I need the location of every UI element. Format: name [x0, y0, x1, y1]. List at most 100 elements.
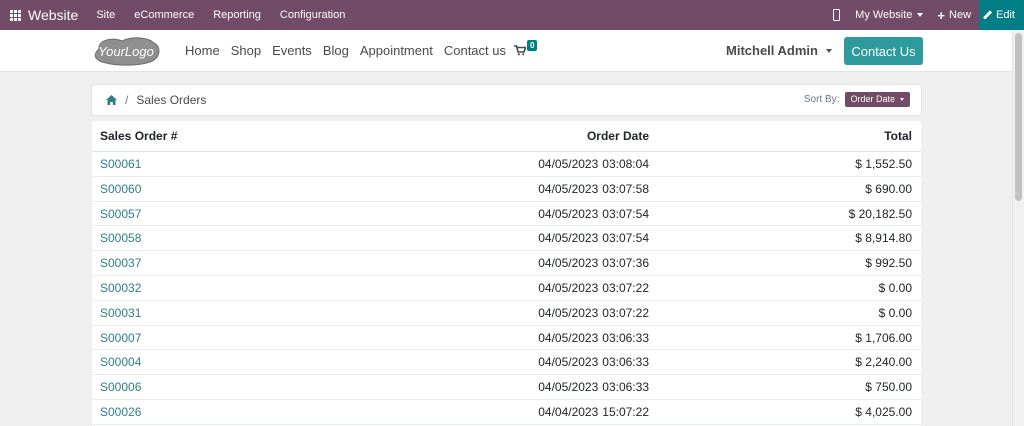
- contact-us-button[interactable]: Contact Us: [844, 37, 923, 65]
- order-total: $ 20,182.50: [848, 206, 912, 221]
- admin-menu-site[interactable]: Site: [96, 9, 115, 21]
- order-number-link[interactable]: S00004: [100, 355, 141, 369]
- caret-down-icon: [900, 97, 904, 101]
- order-datetime: 04/05/2023 03:06:33: [538, 331, 649, 345]
- order-time: 03:07:22: [602, 305, 649, 320]
- order-number-link[interactable]: S00058: [100, 231, 141, 245]
- order-number-link[interactable]: S00007: [100, 331, 141, 345]
- order-date: 04/05/2023: [538, 305, 599, 320]
- table-row[interactable]: S00037 04/05/2023 03:07:36 $ 992.50: [92, 251, 921, 276]
- order-datetime: 04/05/2023 03:07:54: [538, 207, 649, 221]
- order-datetime: 04/05/2023 03:07:22: [538, 306, 649, 320]
- nav-blog[interactable]: Blog: [323, 43, 349, 58]
- order-time: 03:06:33: [602, 330, 649, 345]
- order-date: 04/05/2023: [538, 157, 599, 171]
- order-total: $ 1,706.00: [855, 330, 912, 345]
- table-row[interactable]: S00032 04/05/2023 03:07:22 $ 0.00: [92, 276, 921, 301]
- order-time: 15:07:22: [602, 404, 649, 419]
- logo-text: YourLogo: [98, 44, 154, 59]
- sales-orders-table: Sales Order # Order Date Total S00061 04…: [92, 121, 921, 426]
- order-time: 03:07:58: [602, 181, 649, 196]
- order-datetime: 04/04/2023 15:07:22: [538, 405, 649, 419]
- nav-home[interactable]: Home: [185, 43, 220, 58]
- order-date: 04/05/2023: [538, 181, 599, 196]
- order-datetime: 04/05/2023 03:08:04: [538, 157, 649, 171]
- table-row[interactable]: S00057 04/05/2023 03:07:54 $ 20,182.50: [92, 202, 921, 227]
- nav-events[interactable]: Events: [272, 43, 312, 58]
- cart-link[interactable]: 0: [514, 40, 538, 56]
- table-row[interactable]: S00060 04/05/2023 03:07:58 $ 690.00: [92, 177, 921, 202]
- caret-down-icon: [917, 13, 924, 17]
- table-row[interactable]: S00058 04/05/2023 03:07:54 $ 8,914.80: [92, 226, 921, 252]
- order-time: 03:06:33: [602, 380, 649, 395]
- column-header-date: Order Date: [586, 129, 649, 143]
- admin-menu-ecommerce[interactable]: eCommerce: [134, 9, 194, 21]
- new-content-button[interactable]: + New: [937, 8, 971, 23]
- sort-label: Sort By:: [803, 94, 840, 105]
- order-number-link[interactable]: S00057: [100, 207, 141, 221]
- order-number-link[interactable]: S00006: [100, 380, 141, 394]
- nav-appointment[interactable]: Appointment: [360, 43, 433, 58]
- order-datetime: 04/05/2023 03:07:54: [538, 231, 649, 245]
- plus-icon: +: [937, 7, 946, 23]
- page-scrollbar[interactable]: [1012, 30, 1024, 426]
- table-row[interactable]: S00007 04/05/2023 03:06:33 $ 1,706.00: [92, 326, 921, 351]
- breadcrumb-current: Sales Orders: [136, 93, 207, 107]
- order-total: $ 2,240.00: [855, 355, 912, 370]
- order-number-link[interactable]: S00037: [100, 256, 141, 270]
- user-name: Mitchell Admin: [726, 43, 818, 58]
- order-time: 03:07:54: [602, 231, 649, 246]
- breadcrumb-separator: /: [125, 93, 129, 107]
- table-header: Sales Order # Order Date Total: [92, 121, 921, 152]
- order-time: 03:07:36: [602, 256, 649, 271]
- order-datetime: 04/05/2023 03:07:58: [538, 182, 649, 196]
- table-row[interactable]: S00031 04/05/2023 03:07:22 $ 0.00: [92, 301, 921, 326]
- scrollbar-thumb[interactable]: [1015, 33, 1022, 201]
- order-date: 04/05/2023: [538, 330, 599, 345]
- caret-down-icon: [825, 48, 832, 53]
- apps-grid-icon: [10, 9, 21, 21]
- order-time: 03:06:33: [602, 355, 649, 370]
- user-menu[interactable]: Mitchell Admin: [726, 43, 832, 58]
- column-header-order: Sales Order #: [100, 129, 178, 143]
- app-name[interactable]: Website: [28, 7, 78, 23]
- admin-menu-configuration[interactable]: Configuration: [280, 9, 345, 21]
- table-row[interactable]: S00026 04/04/2023 15:07:22 $ 4,025.00: [92, 400, 921, 425]
- pencil-icon: [982, 10, 993, 20]
- website-switcher[interactable]: My Website: [855, 9, 924, 21]
- table-row[interactable]: S00004 04/05/2023 03:06:33 $ 2,240.00: [92, 350, 921, 376]
- order-number-link[interactable]: S00060: [100, 182, 141, 196]
- order-date: 04/05/2023: [538, 231, 599, 246]
- order-date: 04/05/2023: [538, 380, 599, 395]
- apps-menu-button[interactable]: Website: [0, 7, 96, 23]
- order-total: $ 1,552.50: [855, 157, 912, 171]
- nav-contact-us[interactable]: Contact us: [444, 43, 506, 58]
- sort-dropdown[interactable]: Order Date: [845, 92, 910, 107]
- order-date: 04/05/2023: [538, 280, 599, 295]
- admin-navbar: Website Site eCommerce Reporting Configu…: [0, 0, 1024, 30]
- breadcrumb-bar: / Sales Orders Sort By: Order Date: [92, 85, 921, 115]
- order-number-link[interactable]: S00032: [100, 281, 141, 295]
- sort-control: Sort By: Order Date: [804, 92, 910, 107]
- table-row[interactable]: S00061 04/05/2023 03:08:04 $ 1,552.50: [92, 152, 921, 177]
- order-total: $ 0.00: [878, 305, 912, 320]
- cart-count-badge: 0: [527, 40, 538, 51]
- sort-value: Order Date: [850, 94, 895, 104]
- table-row[interactable]: S00006 04/05/2023 03:06:33 $ 750.00: [92, 375, 921, 400]
- edit-button[interactable]: Edit: [979, 0, 1024, 30]
- admin-menu-reporting[interactable]: Reporting: [213, 9, 261, 21]
- order-total: $ 0.00: [878, 280, 912, 295]
- order-number-link[interactable]: S00061: [100, 157, 141, 171]
- site-logo[interactable]: YourLogo: [90, 36, 162, 66]
- home-icon[interactable]: [106, 95, 117, 105]
- order-datetime: 04/05/2023 03:07:36: [538, 256, 649, 270]
- order-number-link[interactable]: S00031: [100, 306, 141, 320]
- main-nav: Home Shop Events Blog Appointment Contac…: [185, 43, 517, 58]
- website-switcher-label: My Website: [855, 9, 913, 21]
- order-number-link[interactable]: S00026: [100, 405, 141, 419]
- order-total: $ 750.00: [865, 380, 912, 395]
- order-total: $ 690.00: [865, 181, 912, 196]
- order-total: $ 992.50: [865, 256, 912, 271]
- mobile-preview-icon[interactable]: [833, 9, 841, 21]
- nav-shop[interactable]: Shop: [231, 43, 261, 58]
